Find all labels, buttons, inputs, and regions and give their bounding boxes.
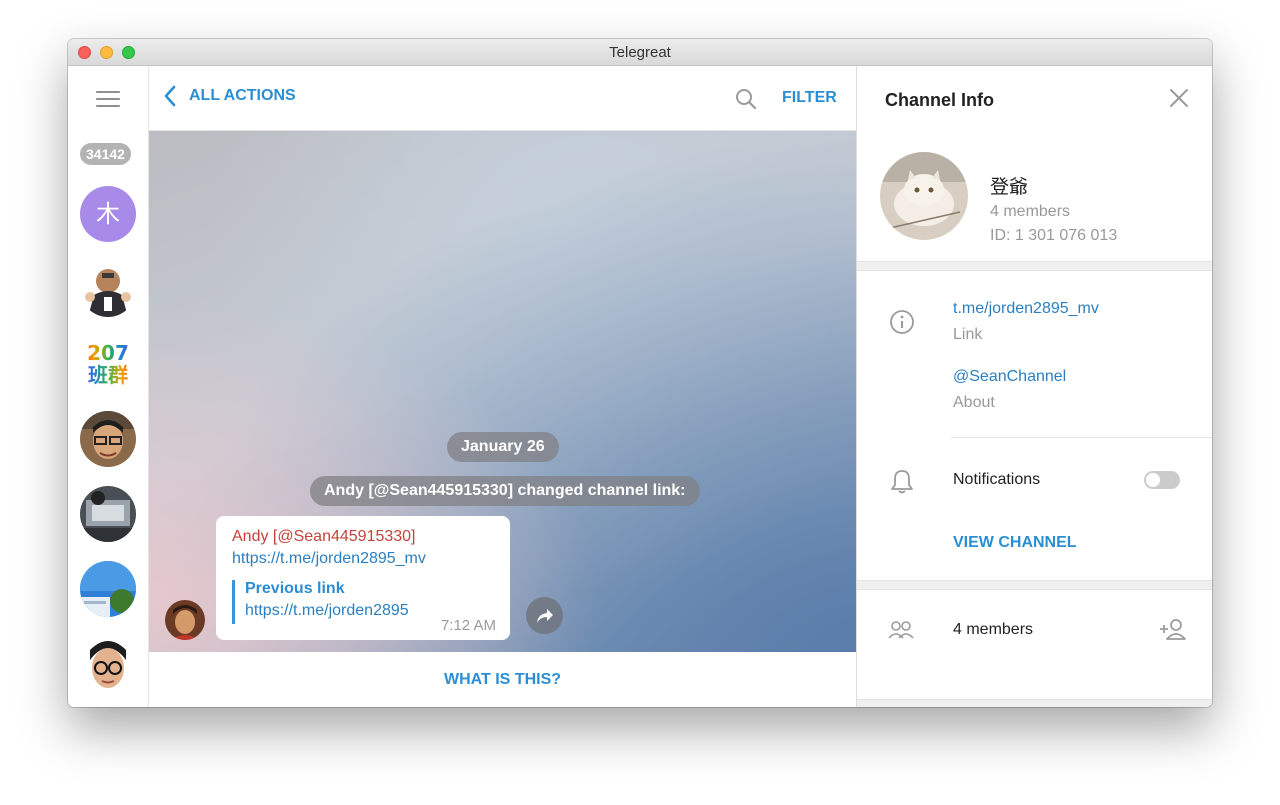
unread-count-badge: 34142 — [80, 143, 131, 165]
chevron-left-icon — [164, 85, 176, 107]
message-bubble[interactable]: Andy [@Sean445915330] https://t.me/jorde… — [216, 516, 510, 640]
toggle-knob — [1146, 473, 1160, 487]
add-member-icon[interactable] — [1158, 617, 1188, 646]
chat-background: January 26 Andy [@Sean445915330] changed… — [149, 131, 856, 652]
channel-photo[interactable] — [880, 152, 968, 240]
close-icon[interactable] — [1169, 88, 1189, 113]
avatar-text-line1: 207 — [80, 342, 136, 364]
channel-link[interactable]: t.me/jorden2895_mv — [953, 300, 1099, 318]
link-caption: Link — [953, 326, 983, 343]
chat-avatar-207-group[interactable]: 207 班群 — [80, 336, 136, 392]
back-label: ALL ACTIONS — [189, 87, 296, 104]
chat-avatar-glasses-boy[interactable] — [80, 636, 136, 692]
chat-avatar-sky[interactable] — [80, 561, 136, 617]
chat-avatar-cartoon[interactable] — [80, 261, 136, 317]
section-separator — [857, 261, 1212, 271]
chat-avatar-glasses-man[interactable] — [80, 411, 136, 467]
quote-title: Previous link — [245, 580, 345, 597]
info-title: Channel Info — [885, 90, 994, 110]
channel-about[interactable]: @SeanChannel — [953, 368, 1066, 386]
avatar-text-line2: 班群 — [80, 364, 136, 386]
chat-footer: WHAT IS THIS? — [149, 652, 856, 707]
message-time: 7:12 AM — [440, 617, 496, 634]
search-icon[interactable] — [735, 88, 757, 115]
new-link[interactable]: https://t.me/jorden2895_mv — [232, 550, 426, 568]
title-bar: Telegreat — [68, 39, 1212, 66]
chat-pane: ALL ACTIONS FILTER January 26 Andy [@Sea… — [149, 66, 856, 707]
service-message: Andy [@Sean445915330] changed channel li… — [310, 476, 700, 506]
chat-header: ALL ACTIONS FILTER — [149, 66, 856, 131]
section-separator — [857, 580, 1212, 590]
previous-link[interactable]: https://t.me/jorden2895 — [245, 602, 409, 620]
members-icon — [887, 619, 915, 646]
section-separator — [857, 699, 1212, 707]
minimize-window-button[interactable] — [100, 46, 113, 59]
about-caption: About — [953, 394, 995, 411]
sender-avatar[interactable] — [165, 600, 205, 640]
channel-name: 登爺 — [990, 176, 1029, 198]
date-separator: January 26 — [447, 432, 559, 462]
zoom-window-button[interactable] — [122, 46, 135, 59]
bell-icon — [890, 468, 914, 499]
chat-avatar-mu[interactable]: 木 — [80, 186, 136, 242]
back-button[interactable]: ALL ACTIONS — [164, 85, 296, 107]
members-label[interactable]: 4 members — [953, 621, 1033, 639]
what-is-this-button[interactable]: WHAT IS THIS? — [444, 671, 561, 689]
filter-button[interactable]: FILTER — [782, 89, 837, 107]
app-window: Telegreat 34142 木 207 班群 ALL ACTIONS FIL… — [68, 39, 1212, 707]
chat-avatar-photo-dark[interactable] — [80, 486, 136, 542]
share-arrow-icon — [536, 608, 553, 623]
channel-info-pane: Channel Info 登爺 4 members ID: 1 301 076 … — [856, 66, 1212, 707]
channel-member-count: 4 members — [990, 203, 1071, 220]
notifications-label: Notifications — [953, 471, 1041, 488]
window-controls — [78, 46, 135, 59]
menu-icon[interactable] — [96, 91, 120, 109]
message-sender[interactable]: Andy [@Sean445915330] — [232, 528, 416, 546]
info-icon — [889, 309, 915, 340]
previous-link-quote: Previous link https://t.me/jorden2895 — [232, 580, 409, 624]
notifications-toggle[interactable] — [1144, 471, 1180, 489]
close-window-button[interactable] — [78, 46, 91, 59]
channel-id: ID: 1 301 076 013 — [990, 227, 1118, 244]
window-title: Telegreat — [609, 44, 671, 61]
chat-list-sidebar: 34142 木 207 班群 — [68, 66, 149, 707]
view-channel-button[interactable]: VIEW CHANNEL — [953, 534, 1077, 552]
divider — [951, 437, 1212, 438]
share-button[interactable] — [526, 597, 563, 634]
